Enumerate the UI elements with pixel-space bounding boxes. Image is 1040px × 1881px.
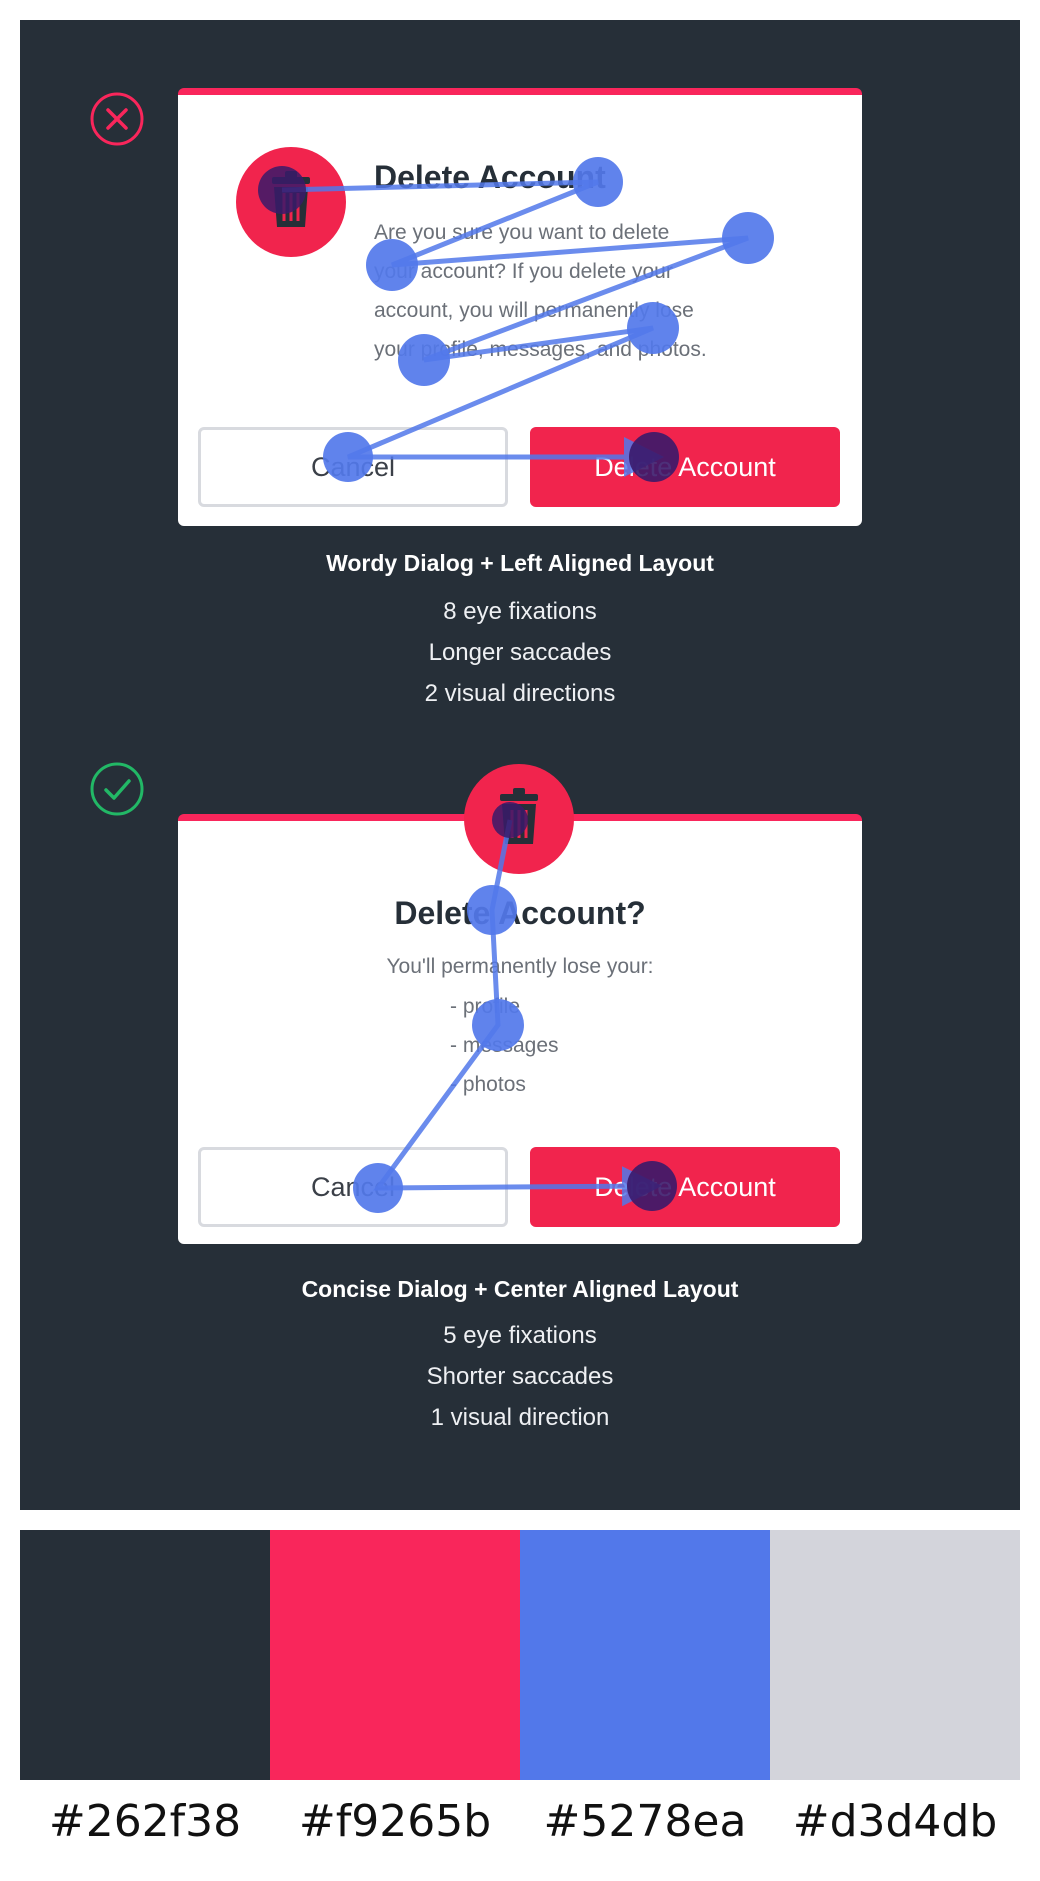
- dialog-intro: You'll permanently lose your:: [386, 955, 654, 978]
- color-code: #d3d4db: [792, 1796, 998, 1847]
- trash-icon: [464, 764, 574, 874]
- caption-line: 1 visual direction: [430, 1404, 610, 1431]
- dialog-title: Delete Account?: [394, 895, 646, 931]
- body-line: your profile, messages, and photos.: [374, 338, 707, 361]
- caption-line: Shorter saccades: [426, 1363, 614, 1390]
- wordy-caption: Wordy Dialog + Left Aligned Layout 8 eye…: [20, 550, 1020, 714]
- trash-icon: [236, 147, 346, 257]
- caption-heading: Wordy Dialog + Left Aligned Layout: [326, 550, 714, 576]
- palette-labels: #262f38 #f9265b #5278ea #d3d4db: [20, 1796, 1020, 1847]
- color-code: #5278ea: [543, 1796, 747, 1847]
- caption-heading: Concise Dialog + Center Aligned Layout: [301, 1276, 739, 1302]
- body-line: your account? If you delete your: [374, 260, 673, 283]
- delete-account-button[interactable]: Delete Account: [530, 427, 840, 507]
- caption-line: 5 eye fixations: [443, 1322, 597, 1349]
- color-swatch: [770, 1530, 1020, 1780]
- cancel-button[interactable]: Cancel: [198, 427, 508, 507]
- color-swatch: [20, 1530, 270, 1780]
- concise-caption: Concise Dialog + Center Aligned Layout 5…: [20, 1276, 1020, 1438]
- concise-dialog: Delete Account? You'll permanently lose …: [178, 814, 862, 1244]
- dialog-title: Delete Account: [374, 159, 606, 195]
- list-item: - photos: [450, 1073, 526, 1096]
- dialog-list: - profile - messages - photos: [450, 987, 750, 1104]
- body-line: Are you sure you want to delete: [374, 221, 670, 244]
- list-item: - profile: [450, 995, 521, 1018]
- dialog-body: Are you sure you want to delete your acc…: [374, 213, 834, 369]
- caption-line: 8 eye fixations: [443, 598, 597, 625]
- wordy-dialog: Delete Account Are you sure you want to …: [178, 88, 862, 526]
- color-palette: [20, 1530, 1020, 1780]
- caption-line: 2 visual directions: [424, 680, 616, 707]
- color-code: #262f38: [48, 1796, 242, 1847]
- color-swatch: [270, 1530, 520, 1780]
- comparison-panel: Delete Account Are you sure you want to …: [20, 20, 1020, 1510]
- x-circle-icon: [88, 90, 146, 148]
- color-code: #f9265b: [298, 1796, 492, 1847]
- color-swatch: [520, 1530, 770, 1780]
- list-item: - messages: [450, 1034, 559, 1057]
- caption-line: Longer saccades: [428, 639, 612, 666]
- cancel-button[interactable]: Cancel: [198, 1147, 508, 1227]
- body-line: account, you will permanently lose: [374, 299, 694, 322]
- check-circle-icon: [88, 760, 146, 818]
- delete-account-button[interactable]: Delete Account: [530, 1147, 840, 1227]
